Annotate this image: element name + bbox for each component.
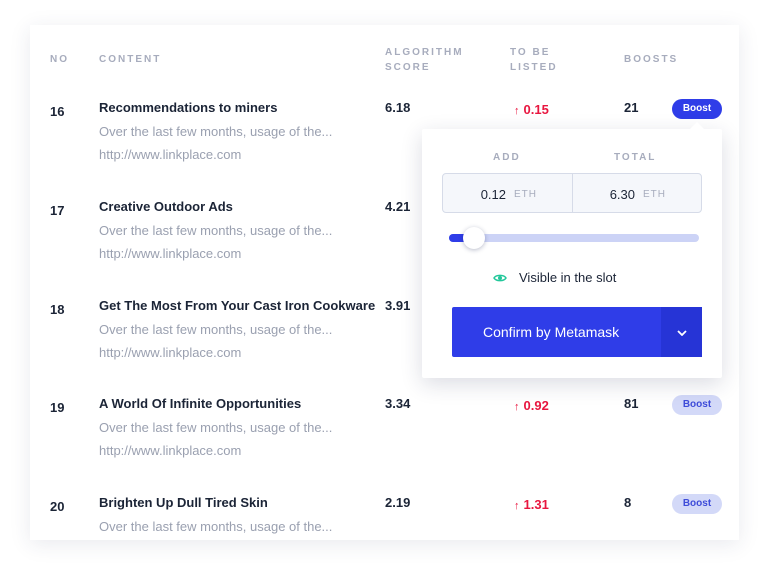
- total-amount-value: 6.30: [609, 187, 635, 202]
- row-listed: ↑ 0.15: [514, 102, 549, 117]
- row-link[interactable]: http://www.linkplace.com: [99, 345, 241, 360]
- row-title[interactable]: Get The Most From Your Cast Iron Cookwar…: [99, 298, 375, 313]
- row-number: 17: [50, 203, 65, 218]
- chevron-down-icon: [676, 323, 687, 341]
- column-header-score-line2: SCORE: [385, 62, 431, 73]
- row-boosts: 81: [624, 396, 639, 411]
- arrow-up-icon: ↑: [514, 500, 520, 512]
- column-header-boosts: BOOSTS: [624, 54, 679, 65]
- row-number: 20: [50, 499, 65, 514]
- slider-thumb[interactable]: [463, 227, 485, 249]
- add-amount-field[interactable]: 0.12 ETH: [443, 174, 572, 212]
- row-listed: ↑ 1.31: [514, 497, 549, 512]
- total-amount-field[interactable]: 6.30 ETH: [572, 174, 701, 212]
- row-title[interactable]: Creative Outdoor Ads: [99, 199, 233, 214]
- row-boosts: 21: [624, 100, 639, 115]
- row-description: Over the last few months, usage of the..…: [99, 519, 333, 534]
- add-amount-unit: ETH: [514, 189, 537, 200]
- column-header-listed: TO BE LISTED: [510, 45, 558, 75]
- confirm-metamask-button[interactable]: Confirm by Metamask: [452, 307, 702, 357]
- boost-button[interactable]: Boost: [672, 99, 722, 119]
- boost-slider[interactable]: [449, 227, 699, 249]
- column-header-listed-line1: TO BE: [510, 47, 551, 58]
- row-link[interactable]: http://www.linkplace.com: [99, 147, 241, 162]
- table-row: 19 A World Of Infinite Opportunities Ove…: [30, 395, 739, 496]
- row-description: Over the last few months, usage of the..…: [99, 420, 333, 435]
- boost-button[interactable]: Boost: [672, 395, 722, 415]
- row-listed-value: 0.15: [523, 102, 549, 117]
- column-header-listed-line2: LISTED: [510, 62, 558, 73]
- row-number: 16: [50, 104, 65, 119]
- row-title[interactable]: A World Of Infinite Opportunities: [99, 396, 301, 411]
- row-score: 4.21: [385, 199, 411, 214]
- visibility-status: Visible in the slot: [493, 270, 616, 285]
- table-row: 20 Brighten Up Dull Tired Skin Over the …: [30, 494, 739, 540]
- row-title[interactable]: Brighten Up Dull Tired Skin: [99, 495, 268, 510]
- row-link[interactable]: http://www.linkplace.com: [99, 443, 241, 458]
- column-header-score-line1: ALGORITHM: [385, 47, 464, 58]
- arrow-up-icon: ↑: [514, 401, 520, 413]
- row-score: 3.91: [385, 298, 411, 313]
- row-link[interactable]: http://www.linkplace.com: [99, 246, 241, 261]
- row-listed: ↑ 0.92: [514, 398, 549, 413]
- row-description: Over the last few months, usage of the..…: [99, 124, 333, 139]
- visibility-text: Visible in the slot: [519, 270, 617, 285]
- row-title[interactable]: Recommendations to miners: [99, 100, 277, 115]
- column-header-content: CONTENT: [99, 54, 162, 65]
- arrow-up-icon: ↑: [514, 105, 520, 117]
- total-amount-unit: ETH: [643, 189, 666, 200]
- row-listed-value: 1.31: [523, 497, 549, 512]
- popover-caret: [690, 122, 704, 129]
- row-score: 3.34: [385, 396, 411, 411]
- eye-icon: [493, 271, 507, 285]
- column-header-no: NO: [50, 54, 69, 65]
- column-header-score: ALGORITHM SCORE: [385, 45, 464, 75]
- confirm-label[interactable]: Confirm by Metamask: [452, 307, 661, 357]
- row-description: Over the last few months, usage of the..…: [99, 322, 333, 337]
- amount-inputs: 0.12 ETH 6.30 ETH: [442, 173, 702, 213]
- row-description: Over the last few months, usage of the..…: [99, 223, 333, 238]
- add-amount-value: 0.12: [480, 187, 506, 202]
- row-boosts: 8: [624, 495, 632, 510]
- boost-popover: ADD TOTAL 0.12 ETH 6.30 ETH Visible in t…: [422, 122, 722, 378]
- row-score: 2.19: [385, 495, 411, 510]
- boost-button[interactable]: Boost: [672, 494, 722, 514]
- row-score: 6.18: [385, 100, 411, 115]
- row-number: 19: [50, 400, 65, 415]
- confirm-options-toggle[interactable]: [661, 307, 702, 357]
- add-label: ADD: [493, 152, 521, 163]
- total-label: TOTAL: [614, 152, 657, 163]
- row-number: 18: [50, 302, 65, 317]
- row-listed-value: 0.92: [523, 398, 549, 413]
